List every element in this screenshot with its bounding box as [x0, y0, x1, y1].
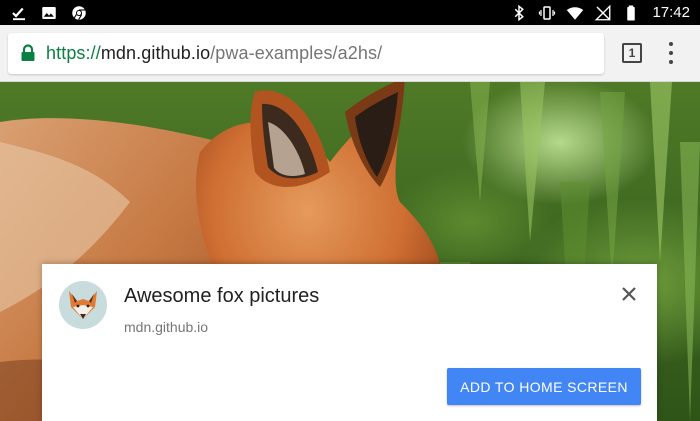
- bluetooth-icon: [510, 4, 528, 22]
- app-origin: mdn.github.io: [124, 319, 209, 335]
- close-icon[interactable]: [618, 283, 640, 305]
- battery-icon: [622, 4, 640, 22]
- url-host: mdn.github.io: [100, 42, 211, 63]
- status-left: [10, 4, 88, 22]
- clock: 17:42: [652, 4, 690, 21]
- status-bar: 17:42: [0, 0, 700, 25]
- no-signal-icon: [594, 4, 612, 22]
- status-right: 17:42: [510, 4, 690, 22]
- tab-switcher-button[interactable]: 1: [622, 43, 642, 63]
- wifi-icon: [566, 4, 584, 22]
- download-done-icon: [10, 4, 28, 22]
- browser-toolbar: https://mdn.github.io/pwa-examples/a2hs/…: [0, 25, 700, 82]
- overflow-menu-icon[interactable]: [666, 42, 676, 64]
- image-icon: [40, 4, 58, 22]
- app-title: Awesome fox pictures: [124, 285, 320, 307]
- chrome-icon: [70, 4, 88, 22]
- vibrate-icon: [538, 4, 556, 22]
- url-path: /pwa-examples/a2hs/: [210, 42, 383, 63]
- url-scheme: https://: [46, 42, 101, 63]
- url-bar[interactable]: https://mdn.github.io/pwa-examples/a2hs/: [8, 32, 604, 74]
- fox-icon: [59, 281, 107, 329]
- add-to-home-banner: Awesome fox pictures mdn.github.io ADD T…: [42, 264, 657, 421]
- lock-icon: [20, 44, 36, 62]
- tab-count: 1: [628, 46, 636, 60]
- add-to-home-screen-button[interactable]: ADD TO HOME SCREEN: [447, 368, 641, 405]
